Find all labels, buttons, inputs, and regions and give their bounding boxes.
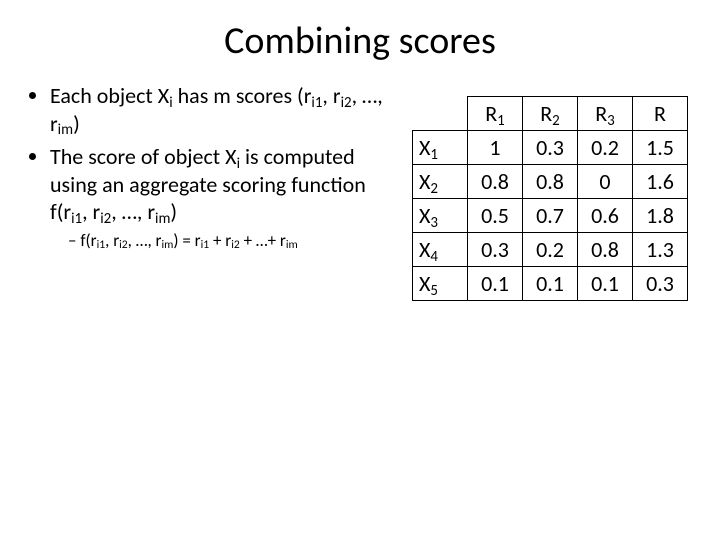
cell: 1.3: [633, 233, 688, 267]
cell: 0.1: [523, 267, 578, 301]
row-header: X5: [413, 267, 468, 301]
cell: 0.3: [523, 131, 578, 165]
table-header-row: R1 R2 R3 R: [413, 97, 688, 131]
col-header: R1: [468, 97, 523, 131]
cell: 0.6: [578, 199, 633, 233]
col-header: R3: [578, 97, 633, 131]
cell: 1.5: [633, 131, 688, 165]
cell: 0.2: [578, 131, 633, 165]
cell: 0.3: [468, 233, 523, 267]
slide-title: Combining scores: [0, 0, 720, 72]
slide-body: Each object Xi has m scores (ri1, ri2, ……: [0, 72, 720, 301]
table-row: X3 0.5 0.7 0.6 1.8: [413, 199, 688, 233]
row-header: X1: [413, 131, 468, 165]
row-header: X4: [413, 233, 468, 267]
bullet-1: Each object Xi has m scores (ri1, ri2, ……: [50, 82, 383, 137]
slide: Combining scores Each object Xi has m sc…: [0, 0, 720, 540]
cell: 0: [578, 165, 633, 199]
cell: 1.8: [633, 199, 688, 233]
score-table: R1 R2 R3 R X1 1 0.3 0.2 1.5 X2 0.8 0.8 0: [412, 96, 688, 301]
table-row: X2 0.8 0.8 0 1.6: [413, 165, 688, 199]
col-header: R: [633, 97, 688, 131]
cell: 0.8: [523, 165, 578, 199]
bullet-2: The score of object Xi is computed using…: [50, 143, 383, 251]
cell: 0.1: [578, 267, 633, 301]
sub-bullet-1: f(ri1, ri2, …, rim) = ri1 + ri2 + …+ rim: [68, 230, 383, 251]
cell: 0.8: [578, 233, 633, 267]
table-row: X4 0.3 0.2 0.8 1.3: [413, 233, 688, 267]
table-corner: [413, 97, 468, 131]
bullet-column: Each object Xi has m scores (ri1, ri2, ……: [28, 82, 383, 301]
cell: 0.8: [468, 165, 523, 199]
row-header: X3: [413, 199, 468, 233]
table-row: X5 0.1 0.1 0.1 0.3: [413, 267, 688, 301]
cell: 1.6: [633, 165, 688, 199]
cell: 0.1: [468, 267, 523, 301]
cell: 0.3: [633, 267, 688, 301]
table-row: X1 1 0.3 0.2 1.5: [413, 131, 688, 165]
cell: 0.5: [468, 199, 523, 233]
row-header: X2: [413, 165, 468, 199]
col-header: R2: [523, 97, 578, 131]
cell: 1: [468, 131, 523, 165]
table-column: R1 R2 R3 R X1 1 0.3 0.2 1.5 X2 0.8 0.8 0: [383, 82, 692, 301]
cell: 0.2: [523, 233, 578, 267]
cell: 0.7: [523, 199, 578, 233]
